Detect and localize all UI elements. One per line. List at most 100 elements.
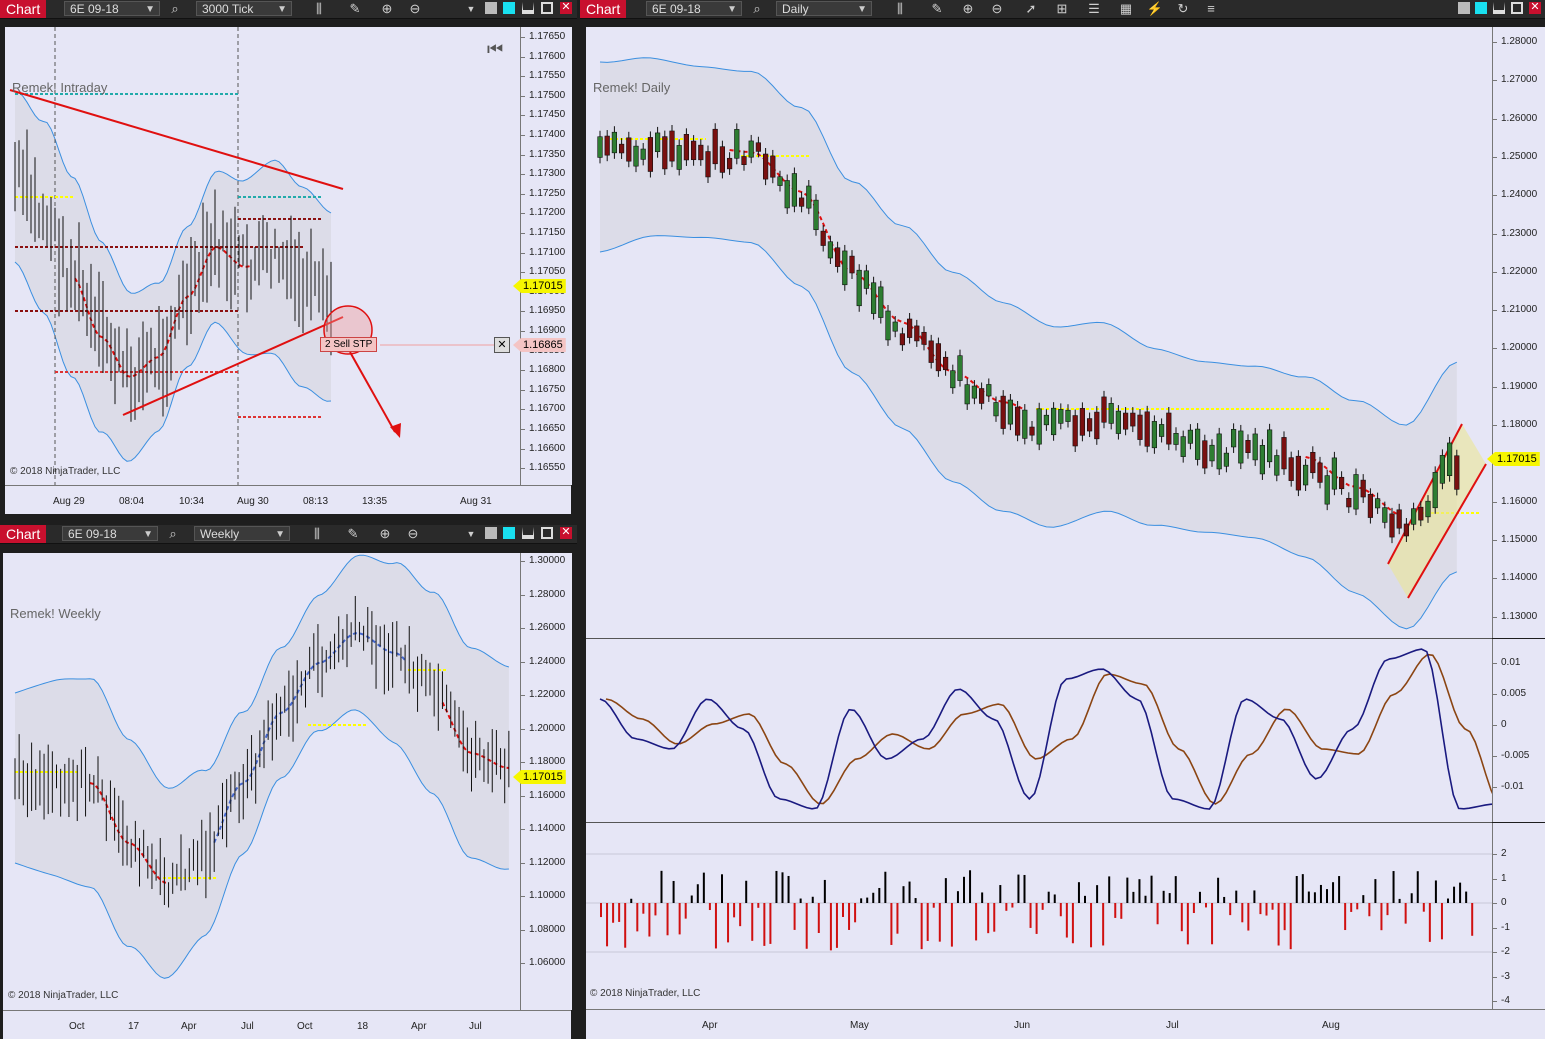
histogram-bar: [721, 874, 723, 903]
candle-body: [1050, 407, 1057, 436]
candle-body: [935, 343, 942, 372]
bar-type-icon[interactable]: ⫼: [891, 0, 909, 18]
period-selector[interactable]: Weekly ▼: [194, 526, 290, 541]
instrument-value: 6E 09-18: [68, 527, 117, 541]
intraday-price-panel[interactable]: Remek! Intraday © 2018 NinjaTrader, LLC …: [5, 27, 520, 485]
period-selector[interactable]: Daily ▼: [776, 1, 872, 16]
chart-label[interactable]: Chart: [580, 0, 627, 18]
list-icon[interactable]: ≡: [1202, 0, 1220, 18]
intraday-y-axis[interactable]: 1.17650 1.17600 1.17550 1.17500 1.17450 1.174…: [513, 27, 572, 485]
candle-body: [1065, 409, 1071, 422]
candle-body: [1072, 415, 1078, 447]
histogram-bar: [1434, 880, 1437, 903]
chart-label[interactable]: Chart: [0, 525, 47, 543]
minimize-button[interactable]: [1493, 2, 1505, 14]
data-box-icon[interactable]: ⊞: [1053, 0, 1071, 18]
chevron-down-icon[interactable]: ▼: [462, 0, 480, 18]
candle-body: [784, 180, 790, 209]
minimize-button[interactable]: [522, 2, 534, 14]
zoom-in-icon[interactable]: ⊕: [959, 0, 977, 18]
close-button[interactable]: ✕: [560, 2, 572, 14]
zoom-in-icon[interactable]: ⊕: [378, 0, 396, 18]
maximize-button[interactable]: [541, 2, 553, 14]
candle-body: [1101, 396, 1107, 423]
candle-body: [698, 144, 704, 161]
candle-body: [1317, 462, 1323, 483]
y-tick-label: 1.17450: [520, 109, 566, 121]
weekly-price-panel[interactable]: Remek! Weekly © 2018 NinjaTrader, LLC: [3, 553, 520, 1010]
tile-button[interactable]: [1458, 2, 1470, 14]
link-color-button[interactable]: [1475, 2, 1487, 14]
pencil-icon[interactable]: ✎: [344, 525, 362, 543]
chart-label[interactable]: Chart: [0, 0, 47, 18]
y-tick-label: 0: [1493, 719, 1507, 730]
zoom-out-icon[interactable]: ⊖: [404, 525, 422, 543]
bar-type-icon[interactable]: ⫼: [310, 0, 328, 18]
histogram-bar: [1350, 903, 1353, 912]
instrument-selector[interactable]: 6E 09-18 ▼: [64, 1, 160, 16]
period-selector[interactable]: 3000 Tick ▼: [196, 1, 292, 16]
scroll-to-end-icon[interactable]: ⏮: [487, 39, 503, 59]
close-button[interactable]: ✕: [560, 527, 572, 539]
histogram-panel[interactable]: © 2018 NinjaTrader, LLC: [586, 823, 1492, 1009]
intraday-x-axis[interactable]: Aug 29 08:04 10:34 Aug 30 08:13 13:35 Aug 31: [5, 485, 571, 514]
histogram-bar: [624, 903, 627, 948]
histogram-bar: [938, 903, 941, 942]
histogram-y-axis[interactable]: 2 1 0 -1 -2 -3 -4: [1492, 823, 1545, 1009]
oscillator-panel[interactable]: [586, 639, 1492, 823]
chevron-down-icon[interactable]: ▼: [462, 525, 480, 543]
histogram-bar: [763, 903, 766, 946]
zoom-in-icon[interactable]: ⊕: [376, 525, 394, 543]
candle-body: [597, 136, 603, 158]
pencil-icon[interactable]: ✎: [928, 0, 946, 18]
chevron-down-icon: ▼: [727, 4, 737, 15]
order-label[interactable]: 2 Sell STP: [320, 337, 378, 352]
search-icon[interactable]: ⌕: [164, 525, 182, 543]
last-price-marker: 1.17015: [513, 279, 566, 293]
maximize-button[interactable]: [1511, 2, 1523, 14]
search-icon[interactable]: ⌕: [166, 0, 184, 18]
instrument-selector[interactable]: 6E 09-18 ▼: [62, 526, 158, 541]
zoom-out-icon[interactable]: ⊖: [406, 0, 424, 18]
period-value: Weekly: [200, 527, 240, 541]
y-tick-label: -3: [1493, 970, 1510, 982]
daily-price-panel[interactable]: Remek! Daily: [586, 27, 1492, 639]
histogram-bar: [1059, 903, 1062, 917]
y-tick-label: 1.14000: [1492, 572, 1538, 584]
weekly-x-axis[interactable]: Oct 17 Apr Jul Oct 18 Apr Jul: [3, 1010, 571, 1039]
y-tick-label: 1.28000: [1492, 36, 1538, 47]
refresh-icon[interactable]: ↻: [1174, 0, 1192, 18]
candle-body: [957, 355, 963, 381]
y-tick-label: 1.24000: [1492, 189, 1538, 201]
strategy-icon[interactable]: ▦: [1117, 0, 1135, 18]
chevron-down-icon: ▼: [145, 4, 155, 15]
cancel-order-icon[interactable]: ✕: [494, 337, 510, 353]
indicator-icon[interactable]: ⚡: [1146, 0, 1164, 18]
tile-button[interactable]: [485, 2, 497, 14]
y-tick-label: 1.26000: [1492, 112, 1538, 124]
bar-type-icon[interactable]: ⫼: [308, 525, 326, 543]
maximize-button[interactable]: [541, 527, 553, 539]
properties-icon[interactable]: ☰: [1085, 0, 1103, 18]
weekly-y-axis[interactable]: 1.30000 1.28000 1.26000 1.24000 1.22000 1.200…: [513, 553, 572, 1010]
zoom-out-icon[interactable]: ⊖: [988, 0, 1006, 18]
histogram-bar: [1108, 876, 1111, 903]
link-color-button[interactable]: [503, 2, 515, 14]
x-tick-label: Jul: [469, 1021, 482, 1032]
candle-body: [727, 157, 733, 170]
histogram-bar: [1368, 903, 1371, 917]
daily-x-axis[interactable]: Apr May Jun Jul Aug: [586, 1009, 1545, 1039]
search-icon[interactable]: ⌕: [748, 0, 766, 18]
close-button[interactable]: ✕: [1529, 2, 1541, 14]
candle-body: [1418, 506, 1424, 521]
minimize-button[interactable]: [522, 527, 534, 539]
link-color-button[interactable]: [503, 527, 515, 539]
histogram-bar: [835, 903, 838, 948]
instrument-selector[interactable]: 6E 09-18 ▼: [646, 1, 742, 16]
tile-button[interactable]: [485, 527, 497, 539]
oscillator-y-axis[interactable]: 0.01 0.005 0 -0.005 -0.01: [1492, 639, 1545, 822]
chevron-down-icon: ▼: [857, 4, 867, 15]
cursor-icon[interactable]: ➚: [1022, 0, 1040, 18]
daily-y-axis[interactable]: 1.28000 1.27000 1.26000 1.25000 1.24000 1.230…: [1487, 27, 1545, 638]
pencil-icon[interactable]: ✎: [346, 0, 364, 18]
